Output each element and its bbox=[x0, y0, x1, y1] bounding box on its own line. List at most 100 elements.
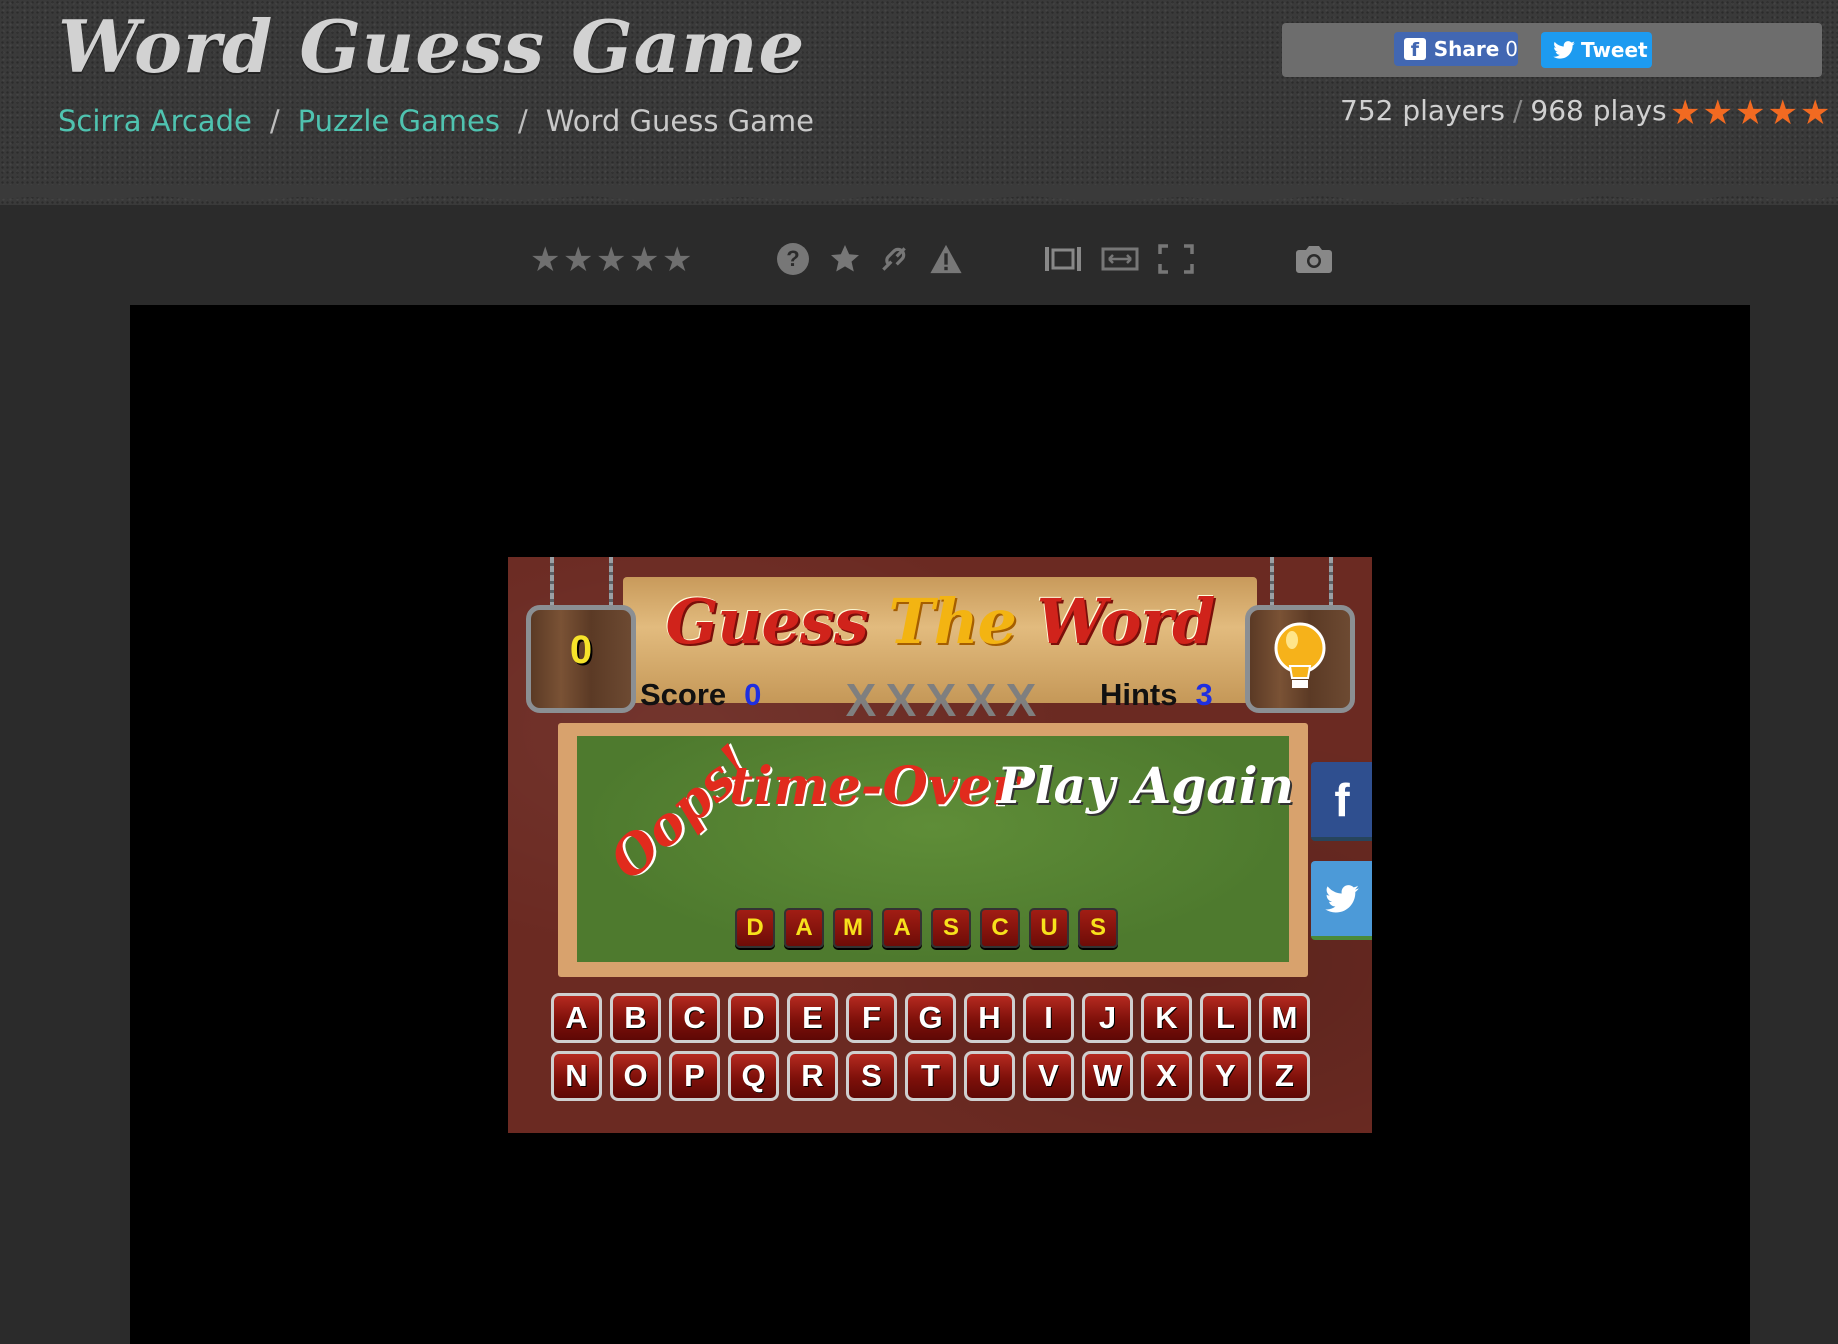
breadcrumb-scirra-arcade[interactable]: Scirra Arcade bbox=[58, 104, 252, 138]
letter-key-g[interactable]: G bbox=[905, 993, 956, 1043]
tweet-label: Tweet bbox=[1581, 38, 1648, 62]
letter-key-x[interactable]: X bbox=[1141, 1051, 1192, 1101]
share-bar: f Share 0 Tweet bbox=[1282, 23, 1822, 77]
strike-mark: X bbox=[845, 674, 877, 726]
letter-key-r[interactable]: R bbox=[787, 1051, 838, 1101]
page-title: Word Guess Game bbox=[58, 4, 806, 89]
letter-key-i[interactable]: I bbox=[1023, 993, 1074, 1043]
keyboard-row-1: ABCDEFGHIJKLM bbox=[551, 993, 1318, 1043]
lightbulb-icon bbox=[1274, 622, 1326, 688]
facebook-side-button[interactable]: f bbox=[1311, 762, 1372, 841]
facebook-share-count: 0 bbox=[1505, 37, 1518, 61]
time-over-text: time-Over bbox=[729, 756, 1019, 817]
game-canvas[interactable]: Guess The Word 0 Score 0 XXXXX Hints 3 Oop… bbox=[508, 557, 1372, 1133]
twitter-side-button[interactable] bbox=[1311, 861, 1372, 940]
rating-star-icon: ★ bbox=[1734, 94, 1766, 132]
user-rating-star-icon[interactable]: ★ bbox=[530, 242, 563, 278]
letter-key-b[interactable]: B bbox=[610, 993, 661, 1043]
letter-key-e[interactable]: E bbox=[787, 993, 838, 1043]
plays-count: 968 plays bbox=[1530, 94, 1667, 127]
help-icon[interactable]: ? bbox=[773, 238, 813, 280]
chalkboard-surface: Oops! time-Over Play Again DAMASCUS bbox=[577, 733, 1294, 962]
rating-star-icon: ★ bbox=[1799, 94, 1831, 132]
game-title-word: Word bbox=[1036, 585, 1216, 658]
user-rating-star-icon[interactable]: ★ bbox=[662, 242, 695, 278]
score-sign: 0 bbox=[526, 605, 636, 713]
letter-key-q[interactable]: Q bbox=[728, 1051, 779, 1101]
answer-letter-tile: S bbox=[931, 908, 971, 948]
breadcrumb-current: Word Guess Game bbox=[545, 104, 814, 138]
report-icon[interactable] bbox=[926, 238, 966, 280]
game-title-guess: Guess bbox=[665, 585, 868, 658]
strike-mark: X bbox=[965, 674, 997, 726]
answer-letter-tile: M bbox=[833, 908, 873, 948]
strikes: XXXXX bbox=[841, 677, 1041, 723]
hints-value: 3 bbox=[1195, 677, 1213, 712]
chalkboard: Oops! time-Over Play Again DAMASCUS bbox=[558, 723, 1308, 977]
letter-key-d[interactable]: D bbox=[728, 993, 779, 1043]
letter-key-z[interactable]: Z bbox=[1259, 1051, 1310, 1101]
letter-key-f[interactable]: F bbox=[846, 993, 897, 1043]
score-label: Score bbox=[640, 677, 727, 712]
average-rating: ★ ★ ★ ★ ★ bbox=[1670, 96, 1832, 130]
play-stats: 752 players/968 plays bbox=[1340, 94, 1667, 127]
hints-label: Hints bbox=[1100, 677, 1178, 712]
strike-mark: X bbox=[925, 674, 957, 726]
answer-letter-tile: S bbox=[1078, 908, 1118, 948]
letter-key-a[interactable]: A bbox=[551, 993, 602, 1043]
hint-button[interactable] bbox=[1245, 605, 1355, 713]
user-rating-stars[interactable]: ★ ★ ★ ★ ★ bbox=[530, 242, 695, 278]
play-again-button[interactable]: Play Again bbox=[997, 756, 1294, 815]
score-value: 0 bbox=[744, 677, 762, 712]
fullscreen-icon[interactable] bbox=[1156, 238, 1196, 280]
letter-key-p[interactable]: P bbox=[669, 1051, 720, 1101]
svg-text:?: ? bbox=[786, 246, 799, 271]
letter-key-n[interactable]: N bbox=[551, 1051, 602, 1101]
widescreen-icon[interactable] bbox=[1100, 238, 1140, 280]
letter-key-v[interactable]: V bbox=[1023, 1051, 1074, 1101]
letter-key-j[interactable]: J bbox=[1082, 993, 1133, 1043]
facebook-share-button[interactable]: f Share 0 bbox=[1394, 32, 1518, 66]
letter-key-h[interactable]: H bbox=[964, 993, 1015, 1043]
answer-letter-tile: D bbox=[735, 908, 775, 948]
letter-key-k[interactable]: K bbox=[1141, 993, 1192, 1043]
game-title: Guess The Word bbox=[623, 585, 1257, 658]
answer-letter-tile: A bbox=[784, 908, 824, 948]
strike-mark: X bbox=[885, 674, 917, 726]
tweet-button[interactable]: Tweet bbox=[1541, 32, 1652, 68]
letter-key-y[interactable]: Y bbox=[1200, 1051, 1251, 1101]
page-header: Word Guess Game Scirra Arcade / Puzzle Gam… bbox=[0, 0, 1838, 205]
frame-fit-icon[interactable] bbox=[1043, 238, 1083, 280]
letter-key-s[interactable]: S bbox=[846, 1051, 897, 1101]
rating-star-icon: ★ bbox=[1767, 94, 1798, 132]
game-toolbar: ★ ★ ★ ★ ★ ? bbox=[0, 238, 1838, 288]
letter-key-o[interactable]: O bbox=[610, 1051, 661, 1101]
answer-letter-tile: U bbox=[1029, 908, 1069, 948]
user-rating-star-icon[interactable]: ★ bbox=[596, 242, 629, 278]
strike-mark: X bbox=[1005, 674, 1037, 726]
facebook-icon: f bbox=[1334, 773, 1350, 826]
facebook-icon: f bbox=[1404, 38, 1426, 61]
twitter-icon bbox=[1325, 884, 1359, 912]
letter-key-l[interactable]: L bbox=[1200, 993, 1251, 1043]
link-icon[interactable] bbox=[874, 238, 914, 280]
letter-key-m[interactable]: M bbox=[1259, 993, 1310, 1043]
hints-display: Hints 3 bbox=[1100, 677, 1213, 713]
header-torn-edge bbox=[0, 185, 1838, 203]
breadcrumb: Scirra Arcade / Puzzle Games / Word Guess Ga… bbox=[58, 104, 814, 138]
screenshot-icon[interactable] bbox=[1294, 238, 1334, 280]
answer-word: DAMASCUS bbox=[735, 908, 1127, 948]
breadcrumb-puzzle-games[interactable]: Puzzle Games bbox=[298, 104, 500, 138]
letter-key-t[interactable]: T bbox=[905, 1051, 956, 1101]
answer-letter-tile: C bbox=[980, 908, 1020, 948]
chain-decoration bbox=[1270, 557, 1274, 607]
letter-key-c[interactable]: C bbox=[669, 993, 720, 1043]
user-rating-star-icon[interactable]: ★ bbox=[629, 242, 662, 278]
favorite-star-icon[interactable] bbox=[825, 238, 865, 280]
facebook-share-label: Share bbox=[1433, 37, 1500, 61]
user-rating-star-icon[interactable]: ★ bbox=[563, 242, 596, 278]
letter-key-w[interactable]: W bbox=[1082, 1051, 1133, 1101]
letter-key-u[interactable]: U bbox=[964, 1051, 1015, 1101]
keyboard-row-2: NOPQRSTUVWXYZ bbox=[551, 1051, 1318, 1101]
letter-keyboard: ABCDEFGHIJKLM NOPQRSTUVWXYZ bbox=[551, 993, 1318, 1109]
